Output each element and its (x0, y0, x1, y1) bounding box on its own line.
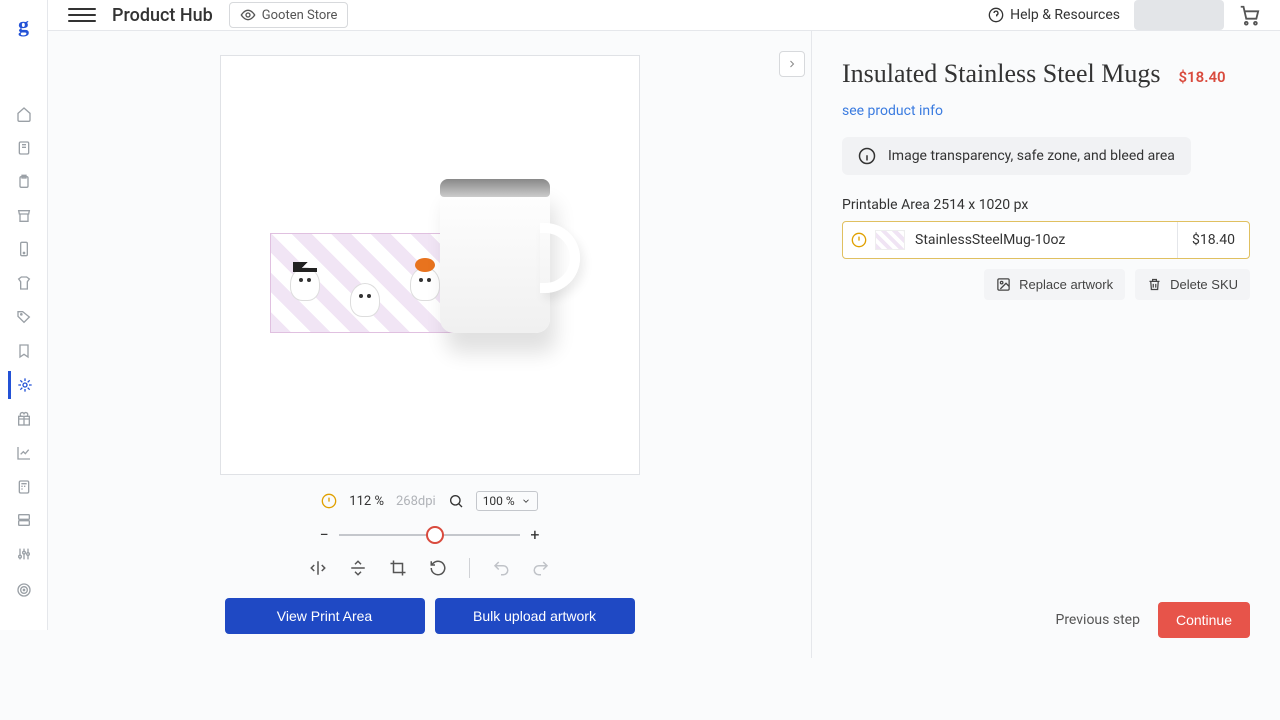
trash-icon (1147, 277, 1162, 292)
sku-row[interactable]: StainlessSteelMug-10oz $18.40 (842, 221, 1250, 259)
eye-icon (240, 7, 256, 23)
sku-name: StainlessSteelMug-10oz (915, 222, 1177, 258)
nav-calculator-icon[interactable] (8, 473, 40, 501)
scale-value: 112 % (349, 494, 384, 509)
account-placeholder[interactable] (1134, 0, 1224, 30)
nav-shirt-icon[interactable] (8, 269, 40, 297)
mug-mockup (270, 175, 590, 355)
help-icon (988, 7, 1004, 23)
nav-tag-icon[interactable] (8, 303, 40, 331)
preview-canvas[interactable] (220, 55, 640, 475)
zoom-out-button[interactable]: − (320, 525, 329, 544)
zoom-select[interactable]: 100 % (476, 491, 538, 511)
topbar: Product Hub Gooten Store Help & Resource… (48, 0, 1280, 31)
nav-bookmark-icon[interactable] (8, 337, 40, 365)
image-icon (996, 277, 1011, 292)
detail-pane: Insulated Stainless Steel Mugs $18.40 se… (812, 31, 1280, 658)
nav-phone-icon[interactable] (8, 236, 40, 264)
previous-step-link[interactable]: Previous step (1055, 612, 1139, 628)
nav-target-icon[interactable] (8, 576, 40, 604)
product-price: $18.40 (1178, 68, 1225, 86)
rotate-icon[interactable] (429, 559, 447, 577)
editor-pane: 112 % 268dpi 100 % − + (48, 31, 812, 658)
undo-icon (492, 559, 510, 577)
chevron-down-icon (521, 496, 531, 506)
next-preview-button[interactable] (779, 51, 805, 77)
nav-gift-icon[interactable] (8, 405, 40, 433)
redo-icon (532, 559, 550, 577)
sidebar: g (0, 0, 48, 630)
nav-analytics-icon[interactable] (8, 439, 40, 467)
transparency-hint[interactable]: Image transparency, safe zone, and bleed… (842, 137, 1191, 175)
cart-icon[interactable] (1238, 4, 1260, 26)
crop-icon[interactable] (389, 559, 407, 577)
nav-home-icon[interactable] (8, 100, 40, 128)
brand-logo: g (18, 12, 29, 38)
info-icon (858, 147, 876, 165)
menu-toggle-icon[interactable] (68, 3, 96, 27)
resolution-warning-icon (321, 493, 337, 509)
product-title: Insulated Stainless Steel Mugs (842, 59, 1160, 89)
magnifier-icon (448, 493, 464, 509)
flip-horizontal-icon[interactable] (309, 559, 327, 577)
nav-store-icon[interactable] (8, 202, 40, 230)
store-selector[interactable]: Gooten Store (229, 2, 349, 28)
sku-price: $18.40 (1177, 222, 1249, 258)
zoom-slider-thumb[interactable] (426, 526, 444, 544)
sku-thumbnail (875, 230, 905, 250)
store-name: Gooten Store (262, 8, 338, 23)
nav-hub-icon[interactable] (8, 371, 40, 399)
printable-area-label: Printable Area 2514 x 1020 px (842, 197, 1250, 213)
zoom-slider[interactable] (339, 534, 521, 536)
product-info-link[interactable]: see product info (842, 103, 1250, 119)
sku-warning-icon (843, 232, 875, 248)
delete-sku-button[interactable]: Delete SKU (1135, 269, 1250, 300)
page-title: Product Hub (112, 5, 213, 26)
view-print-area-button[interactable]: View Print Area (225, 598, 425, 634)
nav-sliders-icon[interactable] (8, 540, 40, 568)
dpi-value: 268dpi (396, 494, 436, 509)
help-link[interactable]: Help & Resources (988, 7, 1120, 23)
replace-artwork-button[interactable]: Replace artwork (984, 269, 1125, 300)
continue-button[interactable]: Continue (1158, 602, 1250, 638)
nav-orders-icon[interactable] (8, 134, 40, 162)
zoom-in-button[interactable]: + (530, 525, 539, 544)
bulk-upload-button[interactable]: Bulk upload artwork (435, 598, 635, 634)
nav-server-icon[interactable] (8, 507, 40, 535)
flip-vertical-icon[interactable] (349, 559, 367, 577)
nav-clipboard-icon[interactable] (8, 168, 40, 196)
